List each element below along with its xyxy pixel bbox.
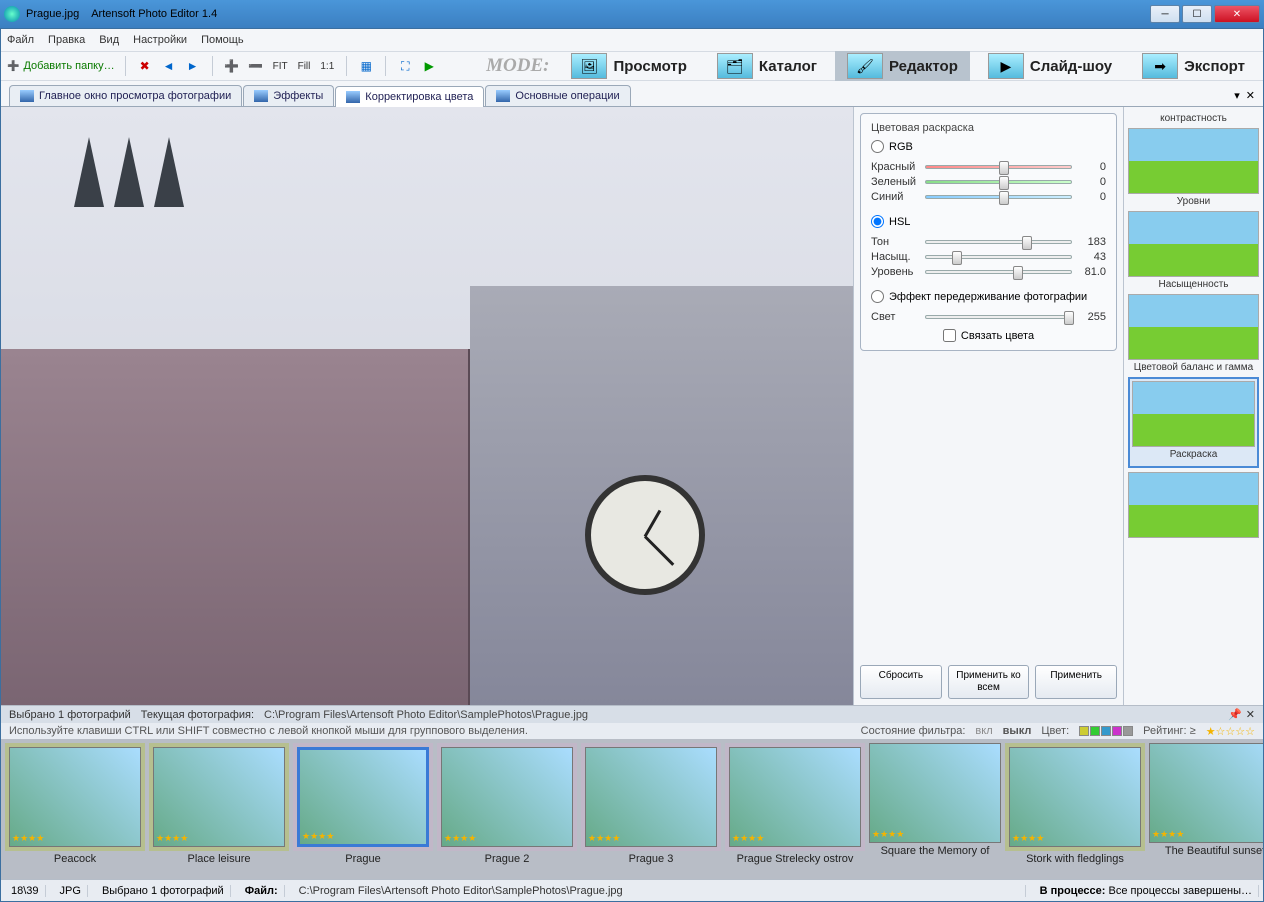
- minimize-button[interactable]: ─: [1150, 5, 1180, 23]
- tab-main-preview[interactable]: Главное окно просмотра фотографии: [9, 85, 242, 106]
- apply-button[interactable]: Применить: [1035, 665, 1117, 699]
- mode-label: MODE:: [486, 55, 553, 77]
- color-panel: Цветовая раскраска RGB Красный0Зеленый0С…: [853, 107, 1123, 705]
- mode-catalog[interactable]: 🗂Каталог: [705, 51, 829, 81]
- preset-item[interactable]: [1128, 472, 1259, 538]
- close-tab-icon[interactable]: ✕: [1246, 89, 1255, 102]
- rgb-slider-1[interactable]: [925, 180, 1072, 184]
- minus-icon[interactable]: ➖: [247, 57, 265, 75]
- preset-item[interactable]: Цветовой баланс и гамма: [1128, 294, 1259, 373]
- add-folder-button[interactable]: Добавить папку…: [7, 60, 115, 72]
- plus-icon[interactable]: ➕: [223, 57, 241, 75]
- menu-settings[interactable]: Настройки: [133, 34, 187, 46]
- statusbar: 18\39 JPG Выбрано 1 фотографий Файл: C:\…: [1, 879, 1263, 901]
- app-icon: [4, 6, 20, 22]
- link-colors-checkbox[interactable]: [943, 329, 956, 342]
- menu-edit[interactable]: Правка: [48, 34, 85, 46]
- mode-export[interactable]: ➡Экспорт: [1130, 51, 1257, 81]
- image-icon: [20, 90, 34, 102]
- fill-button[interactable]: Fill: [296, 61, 313, 72]
- info-bar: Выбрано 1 фотографий Текущая фотография:…: [1, 705, 1263, 723]
- menubar: Файл Правка Вид Настройки Помощь: [1, 29, 1263, 51]
- tool-icon-1[interactable]: ▦: [357, 57, 375, 75]
- menu-file[interactable]: Файл: [7, 34, 34, 46]
- filmstrip-item[interactable]: ★★★★The Beautiful sunset: [1149, 743, 1263, 857]
- filmstrip-item[interactable]: ★★★★Peacock: [5, 743, 145, 865]
- delete-icon[interactable]: ✖: [136, 57, 154, 75]
- close-panel-icon[interactable]: ✕: [1246, 708, 1255, 721]
- dropdown-icon[interactable]: ▾: [1234, 89, 1240, 102]
- arrow-left-icon[interactable]: ◄: [160, 57, 178, 75]
- fit-button[interactable]: FIT: [271, 61, 290, 72]
- titlebar: Prague.jpg Artensoft Photo Editor 1.4 ─ …: [0, 0, 1264, 28]
- hsl-slider-0[interactable]: [925, 240, 1072, 244]
- gallery-icon: 🗂: [717, 53, 753, 79]
- filmstrip[interactable]: ★★★★Peacock★★★★Place leisure★★★★Prague★★…: [1, 739, 1263, 879]
- color-icon: [346, 91, 360, 103]
- filmstrip-item[interactable]: ★★★★Place leisure: [149, 743, 289, 865]
- rating-filter[interactable]: ★☆☆☆☆: [1206, 725, 1255, 738]
- preset-item[interactable]: Раскраска: [1128, 377, 1259, 468]
- close-button[interactable]: ✕: [1214, 5, 1260, 23]
- filmstrip-item[interactable]: ★★★★Square the Memory of: [869, 743, 1001, 857]
- toolbar: Добавить папку… ✖ ◄ ► ➕ ➖ FIT Fill 1:1 ▦…: [1, 51, 1263, 81]
- hsl-radio[interactable]: [871, 215, 884, 228]
- filmstrip-item[interactable]: ★★★★Prague 2: [437, 743, 577, 865]
- status-counter: 18\39: [5, 885, 46, 897]
- panel-title: Цветовая раскраска: [871, 122, 1106, 134]
- maximize-button[interactable]: ☐: [1182, 5, 1212, 23]
- tab-color-correction[interactable]: Корректировка цвета: [335, 86, 484, 107]
- editor-tabs: Главное окно просмотра фотографии Эффект…: [1, 81, 1263, 107]
- preset-item[interactable]: Насыщенность: [1128, 211, 1259, 290]
- mode-slideshow[interactable]: ▶Слайд-шоу: [976, 51, 1124, 81]
- menu-help[interactable]: Помощь: [201, 34, 244, 46]
- filmstrip-item[interactable]: ★★★★Prague Strelecky ostrov: [725, 743, 865, 865]
- preset-item[interactable]: Уровни: [1128, 128, 1259, 207]
- overexpose-radio[interactable]: [871, 290, 884, 303]
- brush-icon: 🖌: [847, 53, 883, 79]
- tab-effects[interactable]: Эффекты: [243, 85, 334, 106]
- status-selected: Выбрано 1 фотографий: [96, 885, 231, 897]
- play-icon[interactable]: ▶: [420, 57, 438, 75]
- rgb-slider-0[interactable]: [925, 165, 1072, 169]
- filmstrip-item[interactable]: ★★★★Prague: [293, 743, 433, 865]
- mode-editor[interactable]: 🖌Редактор: [835, 51, 970, 81]
- title-app: Artensoft Photo Editor 1.4: [91, 8, 217, 20]
- apply-all-button[interactable]: Применить ко всем: [948, 665, 1030, 699]
- title-file: Prague.jpg: [26, 8, 79, 20]
- reset-button[interactable]: Сбросить: [860, 665, 942, 699]
- effects-icon: [254, 90, 268, 102]
- pin-icon[interactable]: 📌: [1228, 708, 1242, 721]
- rgb-slider-2[interactable]: [925, 195, 1072, 199]
- hsl-slider-2[interactable]: [925, 270, 1072, 274]
- mode-view[interactable]: 🖼Просмотр: [559, 51, 698, 81]
- filmstrip-item[interactable]: ★★★★Stork with fledglings: [1005, 743, 1145, 865]
- arrow-right-icon[interactable]: ►: [184, 57, 202, 75]
- menu-view[interactable]: Вид: [99, 34, 119, 46]
- status-format: JPG: [54, 885, 88, 897]
- photo-preview[interactable]: [1, 107, 853, 705]
- light-slider[interactable]: [925, 315, 1072, 319]
- preset-column: контрастность УровниНасыщенностьЦветовой…: [1123, 107, 1263, 705]
- fullscreen-icon[interactable]: ⛶: [396, 57, 414, 75]
- tab-basic-ops[interactable]: Основные операции: [485, 85, 630, 106]
- rgb-radio[interactable]: [871, 140, 884, 153]
- film-icon: ▶: [988, 53, 1024, 79]
- hsl-slider-1[interactable]: [925, 255, 1072, 259]
- picture-icon: 🖼: [571, 53, 607, 79]
- color-filter-swatches[interactable]: [1079, 726, 1133, 736]
- export-icon: ➡: [1142, 53, 1178, 79]
- filmstrip-item[interactable]: ★★★★Prague 3: [581, 743, 721, 865]
- ops-icon: [496, 90, 510, 102]
- one-to-one-button[interactable]: 1:1: [318, 61, 336, 72]
- hint-bar: Используйте клавиши CTRL или SHIFT совме…: [1, 723, 1263, 739]
